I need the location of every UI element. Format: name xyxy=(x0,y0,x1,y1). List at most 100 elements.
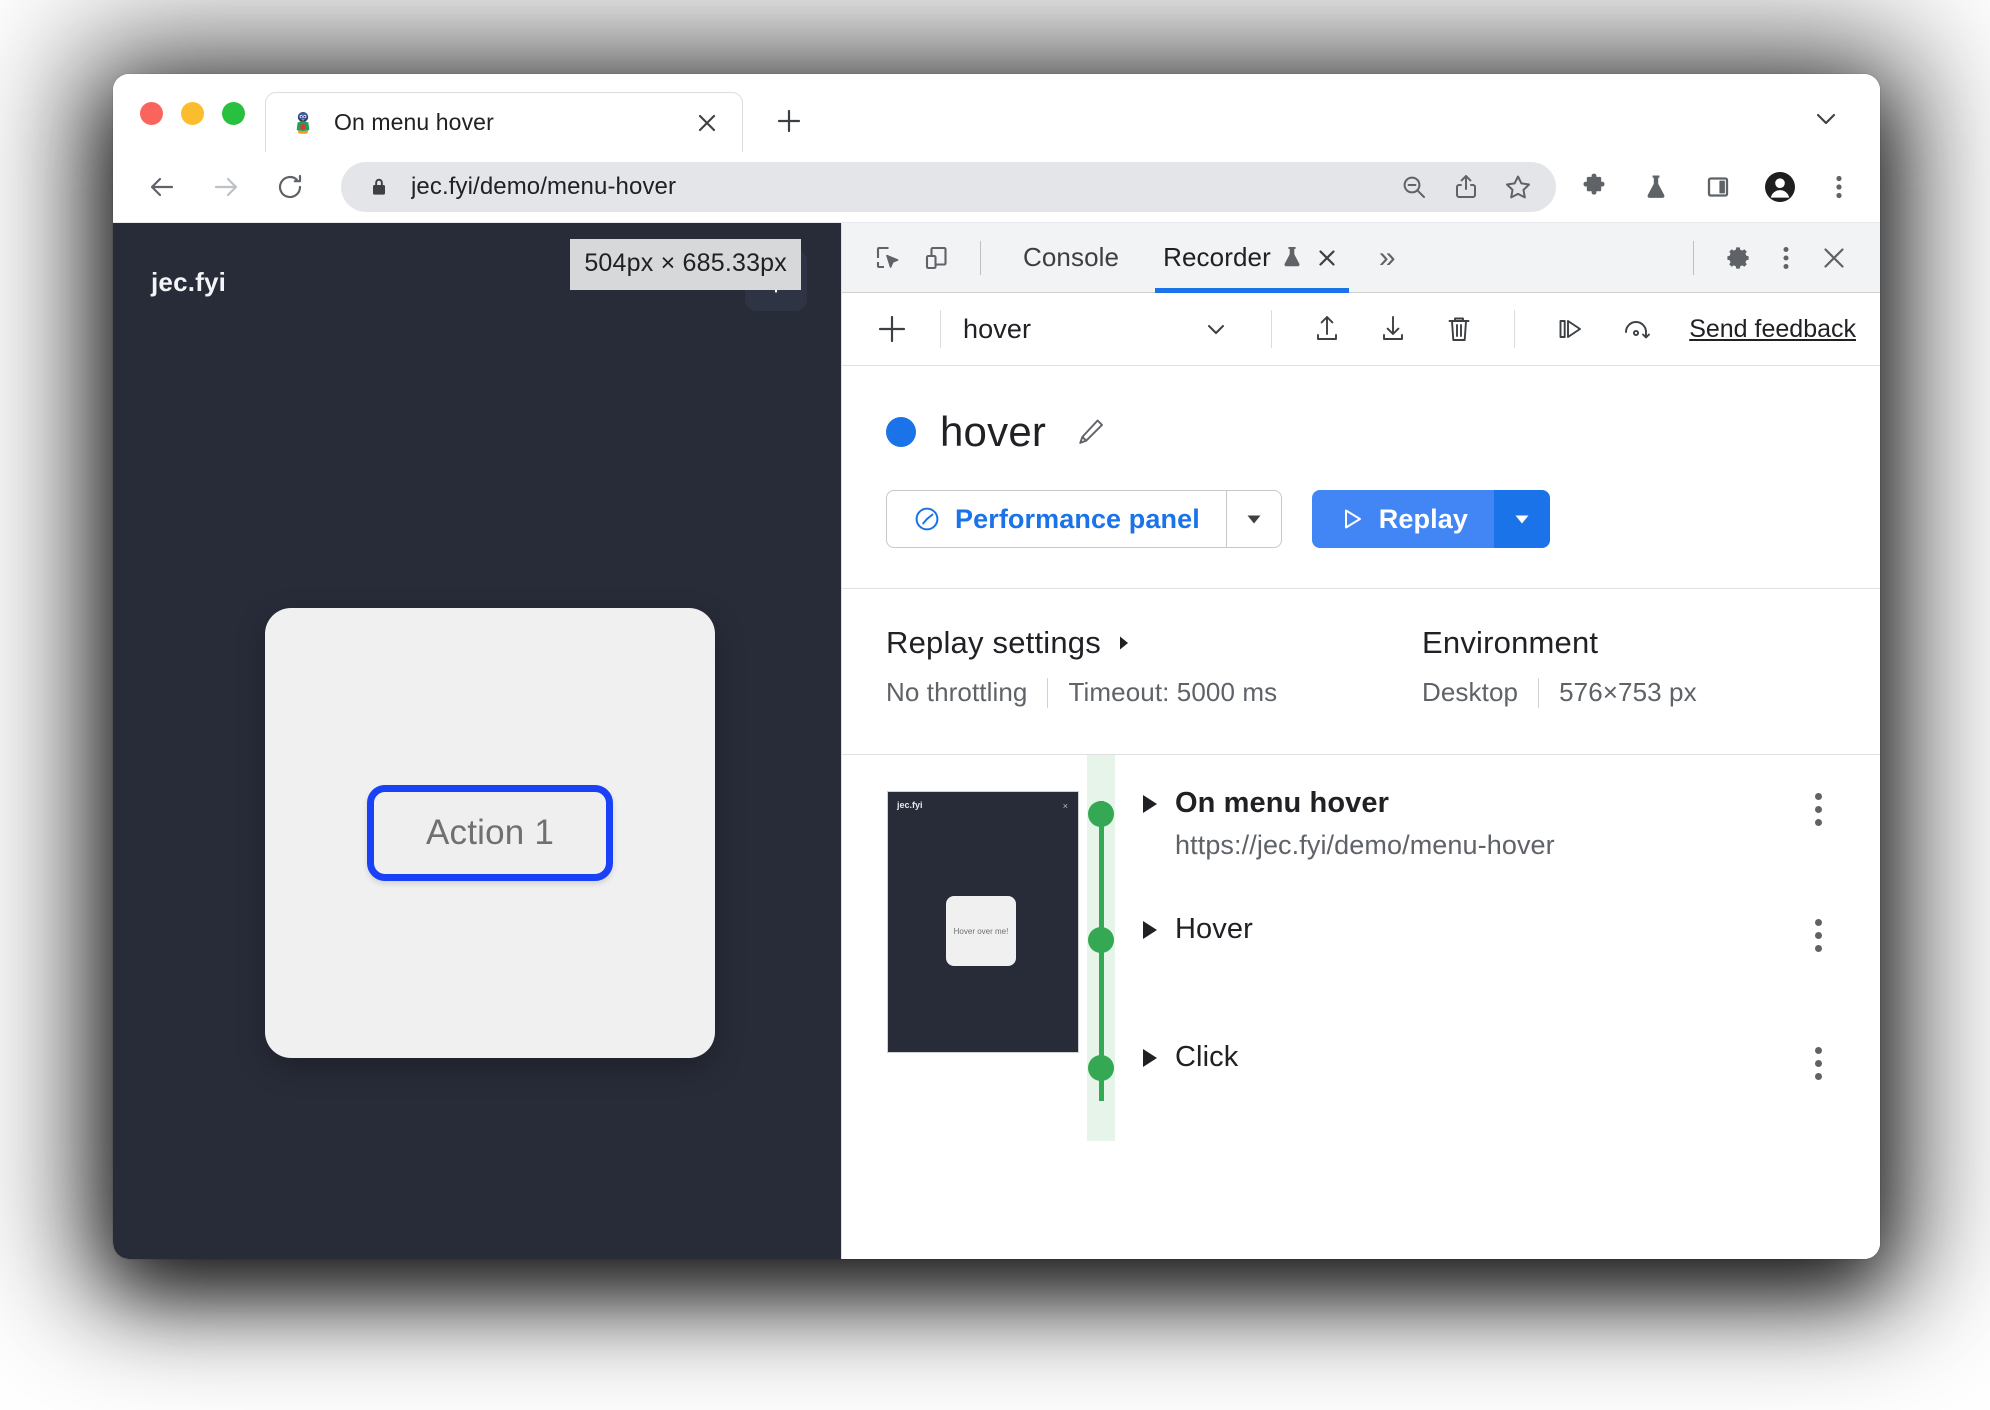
inspect-element-icon[interactable] xyxy=(864,234,912,282)
window-controls xyxy=(113,74,265,152)
step-replay-icon[interactable] xyxy=(1545,304,1595,354)
star-icon[interactable] xyxy=(1496,165,1540,209)
recording-header: hover xyxy=(842,366,1880,456)
step-menu-icon[interactable] xyxy=(1798,919,1838,952)
caret-right-icon xyxy=(1115,634,1133,652)
extensions-puzzle-icon[interactable] xyxy=(1570,163,1618,211)
replay-settings-header[interactable]: Replay settings xyxy=(886,625,1422,661)
maximize-window-button[interactable] xyxy=(222,101,245,125)
recorder-toolbar-divider xyxy=(940,310,941,348)
recording-select-label[interactable]: hover xyxy=(963,314,1031,345)
close-tab-button[interactable] xyxy=(690,106,724,140)
recording-actions: Performance panel Replay xyxy=(842,456,1880,548)
step-content: Hover xyxy=(1087,913,1798,946)
step-menu-icon[interactable] xyxy=(1798,793,1838,826)
performance-panel-chevron-down-icon[interactable] xyxy=(1225,490,1282,548)
action-1-button[interactable]: Action 1 xyxy=(367,785,613,881)
page-viewport: jec.fyi 504px × 685.33px Action 1 xyxy=(113,223,841,1259)
replay-settings-label: Replay settings xyxy=(886,625,1101,660)
environment-header: Environment xyxy=(1422,625,1880,661)
environment-viewport: 576×753 px xyxy=(1559,677,1697,707)
value-divider xyxy=(1047,677,1049,708)
tab-search-chevron-down-icon[interactable] xyxy=(1798,90,1854,146)
export-icon[interactable] xyxy=(1302,304,1352,354)
url-text[interactable]: jec.fyi/demo/menu-hover xyxy=(411,173,1384,201)
recorder-body: hover Performance panel Replay Replay se… xyxy=(842,366,1880,1259)
throttling-value: No throttling xyxy=(886,677,1028,707)
share-icon[interactable] xyxy=(1444,165,1488,209)
step-content: Click xyxy=(1087,1041,1798,1074)
step-title: Hover xyxy=(1175,913,1253,945)
performance-panel-button[interactable]: Performance panel xyxy=(886,490,1226,548)
back-arrow-icon[interactable] xyxy=(135,160,189,214)
step-title: Click xyxy=(1175,1041,1239,1073)
side-panel-icon[interactable] xyxy=(1694,163,1742,211)
viewport-size-tooltip: 504px × 685.33px xyxy=(570,239,801,290)
step-header[interactable]: Hover xyxy=(1143,913,1798,946)
close-window-button[interactable] xyxy=(140,101,163,125)
step-node-dot xyxy=(1088,801,1114,827)
add-recording-button[interactable] xyxy=(866,303,918,355)
zoom-out-icon[interactable] xyxy=(1392,165,1436,209)
minimize-window-button[interactable] xyxy=(181,101,204,125)
forward-arrow-icon[interactable] xyxy=(199,160,253,214)
reload-icon[interactable] xyxy=(263,160,317,214)
step-item-click[interactable]: Click xyxy=(842,1041,1880,1141)
recorder-toolbar-divider-2 xyxy=(1271,310,1273,348)
recorder-toolbar: hover Send feedback xyxy=(842,293,1880,366)
close-devtools-icon[interactable] xyxy=(1810,234,1858,282)
screenshot-root: On menu hover jec.fyi/demo/menu-hover je… xyxy=(0,0,1990,1410)
replay-settings-column: Replay settings No throttling Timeout: 5… xyxy=(886,625,1422,708)
recording-title: hover xyxy=(940,408,1047,455)
profile-avatar-icon[interactable] xyxy=(1756,163,1804,211)
step-title: On menu hover xyxy=(1175,787,1389,819)
import-icon[interactable] xyxy=(1368,304,1418,354)
step-node-dot xyxy=(1088,927,1114,953)
experiments-flask-icon[interactable] xyxy=(1632,163,1680,211)
more-tabs-button[interactable]: » xyxy=(1363,223,1412,293)
tab-title: On menu hover xyxy=(334,109,494,135)
expand-caret-icon[interactable] xyxy=(1143,794,1157,813)
send-feedback-link[interactable]: Send feedback xyxy=(1689,315,1856,344)
step-item-navigate[interactable]: On menu hover https://jec.fyi/demo/menu-… xyxy=(842,787,1880,913)
environment-device: Desktop xyxy=(1422,677,1519,707)
penguin-favicon xyxy=(290,110,316,136)
tab-recorder[interactable]: Recorder xyxy=(1141,223,1363,293)
environment-values: Desktop 576×753 px xyxy=(1422,677,1880,708)
tab-console[interactable]: Console xyxy=(1001,223,1141,293)
browser-toolbar: jec.fyi/demo/menu-hover xyxy=(113,152,1880,223)
tab-console-label: Console xyxy=(1023,242,1120,272)
recording-select-chevron-down-icon[interactable] xyxy=(1191,304,1241,354)
value-divider-2 xyxy=(1538,677,1540,708)
step-item-hover[interactable]: Hover xyxy=(842,913,1880,1041)
performance-gauge-icon xyxy=(913,505,941,533)
recorder-toolbar-divider-3 xyxy=(1514,310,1516,348)
devtools-menu-icon[interactable] xyxy=(1762,234,1810,282)
browser-tab[interactable]: On menu hover xyxy=(265,92,743,152)
replay-split-button: Replay xyxy=(1311,490,1550,548)
pencil-icon[interactable] xyxy=(1070,412,1110,452)
device-toolbar-icon[interactable] xyxy=(912,234,960,282)
expand-caret-icon[interactable] xyxy=(1143,1048,1157,1067)
replay-label: Replay xyxy=(1378,503,1468,534)
close-recorder-tab-button[interactable] xyxy=(1313,244,1341,272)
gear-icon[interactable] xyxy=(1714,234,1762,282)
replay-button[interactable]: Replay xyxy=(1311,490,1494,548)
expand-caret-icon[interactable] xyxy=(1143,920,1157,939)
step-menu-icon[interactable] xyxy=(1798,1047,1838,1080)
devtools-tabbar: Console Recorder » xyxy=(842,223,1880,293)
content-area: jec.fyi 504px × 685.33px Action 1 Consol… xyxy=(113,223,1880,1259)
environment-label: Environment xyxy=(1422,625,1599,660)
performance-panel-split-button: Performance panel xyxy=(886,490,1282,548)
tab-recorder-label: Recorder xyxy=(1163,242,1271,272)
new-tab-button[interactable] xyxy=(763,95,815,147)
step-header[interactable]: On menu hover xyxy=(1143,787,1798,820)
address-bar[interactable]: jec.fyi/demo/menu-hover xyxy=(341,162,1556,212)
steps-list: jec.fyi × Hover over me! On menu hover h… xyxy=(842,755,1880,1141)
replay-chevron-down-icon[interactable] xyxy=(1493,490,1550,548)
slow-replay-icon[interactable] xyxy=(1611,304,1661,354)
browser-menu-icon[interactable] xyxy=(1822,163,1856,211)
devtools-panel: Console Recorder » hover Send feedback h… xyxy=(841,223,1880,1259)
delete-icon[interactable] xyxy=(1434,304,1484,354)
step-header[interactable]: Click xyxy=(1143,1041,1798,1074)
